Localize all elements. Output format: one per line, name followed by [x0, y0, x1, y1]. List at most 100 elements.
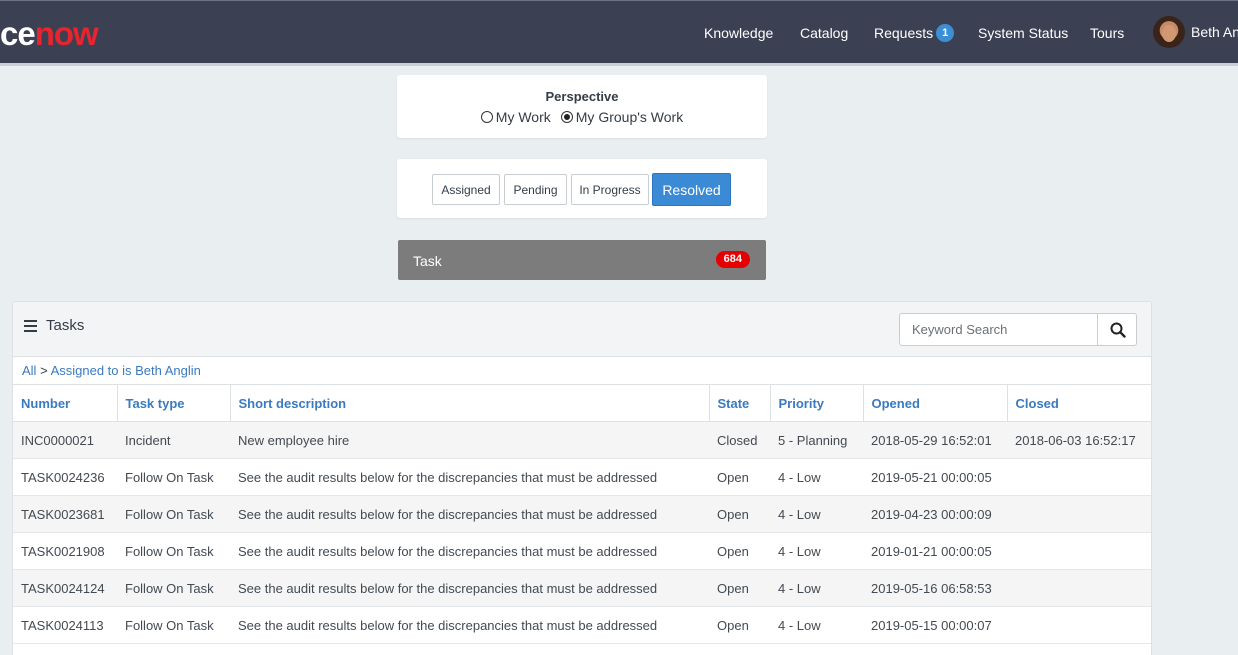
- cell-task-type: Follow On Task: [117, 495, 230, 533]
- breadcrumb: All > Assigned to is Beth Anglin: [22, 363, 201, 378]
- servicenow-logo[interactable]: cenow: [0, 15, 99, 52]
- user-name[interactable]: Beth Anglin: [1191, 24, 1238, 40]
- column-header-opened[interactable]: Opened: [862, 384, 1007, 422]
- cell-short-description: See the audit results below for the disc…: [230, 606, 709, 644]
- table-row[interactable]: TASK0024124 Follow On Task See the audit…: [13, 569, 1151, 607]
- tasks-table: Number Task type Short description State…: [13, 384, 1151, 644]
- nav-knowledge[interactable]: Knowledge: [704, 1, 773, 64]
- cell-number: TASK0024113: [13, 606, 117, 644]
- my-work-radio[interactable]: [480, 111, 493, 123]
- cell-number: TASK0024124: [13, 569, 117, 607]
- top-header: cenow Knowledge Catalog Requests 1 Syste…: [0, 0, 1238, 63]
- user-avatar[interactable]: [1153, 16, 1185, 48]
- cell-opened: 2019-05-15 00:00:07: [863, 606, 1007, 644]
- column-header-number[interactable]: Number: [13, 384, 117, 422]
- table-row[interactable]: TASK0021908 Follow On Task See the audit…: [13, 532, 1151, 570]
- cell-closed: [1007, 495, 1151, 533]
- nav-catalog[interactable]: Catalog: [800, 1, 848, 64]
- cell-number: TASK0021908: [13, 532, 117, 570]
- cell-priority: 4 - Low: [770, 458, 863, 496]
- task-count-badge: 684: [715, 251, 750, 268]
- nav-system-status[interactable]: System Status: [978, 1, 1068, 64]
- breadcrumb-filter-link[interactable]: Assigned to is Beth Anglin: [51, 363, 201, 378]
- resolved-button[interactable]: Resolved: [652, 173, 731, 206]
- cell-short-description: See the audit results below for the disc…: [230, 495, 709, 533]
- cell-task-type: Follow On Task: [117, 532, 230, 570]
- cell-state: Closed: [709, 421, 770, 459]
- nav-tours-link[interactable]: Tours: [1090, 25, 1124, 41]
- cell-number: INC0000021: [13, 421, 117, 459]
- table-row[interactable]: TASK0023681 Follow On Task See the audit…: [13, 495, 1151, 533]
- header-divider: [0, 63, 1238, 66]
- cell-short-description: See the audit results below for the disc…: [230, 532, 709, 570]
- my-groups-work-label[interactable]: My Group's Work: [576, 109, 683, 125]
- table-header-row: Number Task type Short description State…: [13, 384, 1151, 422]
- nav-system-status-link[interactable]: System Status: [978, 25, 1068, 41]
- cell-closed: [1007, 569, 1151, 607]
- hamburger-menu-icon[interactable]: [24, 320, 37, 332]
- cell-short-description: See the audit results below for the disc…: [230, 569, 709, 607]
- nav-catalog-link[interactable]: Catalog: [800, 25, 848, 41]
- logo-text-prefix: ce: [0, 15, 36, 52]
- task-summary-label: Task: [413, 253, 442, 269]
- list-title: Tasks: [46, 317, 85, 334]
- nav-tours[interactable]: Tours: [1090, 1, 1124, 64]
- my-groups-work-radio[interactable]: [560, 111, 573, 123]
- cell-priority: 5 - Planning: [770, 421, 863, 459]
- cell-opened: 2019-05-21 00:00:05: [863, 458, 1007, 496]
- cell-number: TASK0024236: [13, 458, 117, 496]
- task-summary-bar[interactable]: Task 684: [398, 240, 766, 280]
- cell-state: Open: [709, 495, 770, 533]
- perspective-title: Perspective: [545, 89, 619, 104]
- tasks-list-widget: Tasks All > Assigned to is Beth Anglin N…: [12, 301, 1152, 655]
- requests-count-badge: 1: [936, 23, 955, 42]
- column-header-task-type[interactable]: Task type: [116, 384, 230, 422]
- breadcrumb-separator: >: [40, 363, 48, 378]
- cell-task-type: Follow On Task: [117, 569, 230, 607]
- cell-opened: 2019-05-16 06:58:53: [863, 569, 1007, 607]
- perspective-panel: Perspective My Work My Group's Work: [397, 75, 767, 138]
- cell-priority: 4 - Low: [770, 495, 863, 533]
- cell-number: TASK0023681: [13, 495, 117, 533]
- in-progress-button[interactable]: In Progress: [571, 174, 649, 205]
- assigned-button[interactable]: Assigned: [432, 174, 500, 205]
- column-header-state[interactable]: State: [708, 384, 770, 422]
- perspective-options: My Work My Group's Work: [397, 109, 767, 125]
- cell-short-description: New employee hire: [230, 421, 709, 459]
- search-button[interactable]: [1097, 313, 1137, 346]
- cell-short-description: See the audit results below for the disc…: [230, 458, 709, 496]
- nav-requests[interactable]: Requests 1: [874, 1, 955, 64]
- cell-state: Open: [709, 458, 770, 496]
- table-row[interactable]: TASK0024113 Follow On Task See the audit…: [13, 606, 1151, 644]
- table-row[interactable]: INC0000021 Incident New employee hire Cl…: [13, 421, 1151, 459]
- cell-priority: 4 - Low: [770, 532, 863, 570]
- cell-state: Open: [709, 569, 770, 607]
- cell-opened: 2019-01-21 00:00:05: [863, 532, 1007, 570]
- cell-state: Open: [709, 606, 770, 644]
- keyword-search-input[interactable]: [899, 313, 1098, 346]
- logo-text-suffix: now: [34, 15, 99, 52]
- my-work-label[interactable]: My Work: [496, 109, 551, 125]
- column-header-priority[interactable]: Priority: [769, 384, 863, 422]
- table-row[interactable]: TASK0024236 Follow On Task See the audit…: [13, 458, 1151, 496]
- cell-priority: 4 - Low: [770, 569, 863, 607]
- cell-state: Open: [709, 532, 770, 570]
- nav-knowledge-link[interactable]: Knowledge: [704, 25, 773, 41]
- list-header: Tasks: [13, 302, 1151, 357]
- state-filter-panel: Assigned Pending In Progress Resolved: [397, 159, 767, 218]
- cell-opened: 2019-04-23 00:00:09: [863, 495, 1007, 533]
- breadcrumb-all-link[interactable]: All: [22, 363, 36, 378]
- column-header-closed[interactable]: Closed: [1006, 384, 1151, 422]
- cell-closed: [1007, 458, 1151, 496]
- column-header-short-description[interactable]: Short description: [229, 384, 709, 422]
- nav-requests-link[interactable]: Requests: [874, 25, 933, 41]
- pending-button[interactable]: Pending: [504, 174, 567, 205]
- cell-task-type: Incident: [117, 421, 230, 459]
- cell-closed: [1007, 532, 1151, 570]
- search-icon: [1110, 322, 1126, 338]
- cell-task-type: Follow On Task: [117, 458, 230, 496]
- cell-closed: 2018-06-03 16:52:17: [1007, 421, 1151, 459]
- cell-task-type: Follow On Task: [117, 606, 230, 644]
- cell-priority: 4 - Low: [770, 606, 863, 644]
- cell-closed: [1007, 606, 1151, 644]
